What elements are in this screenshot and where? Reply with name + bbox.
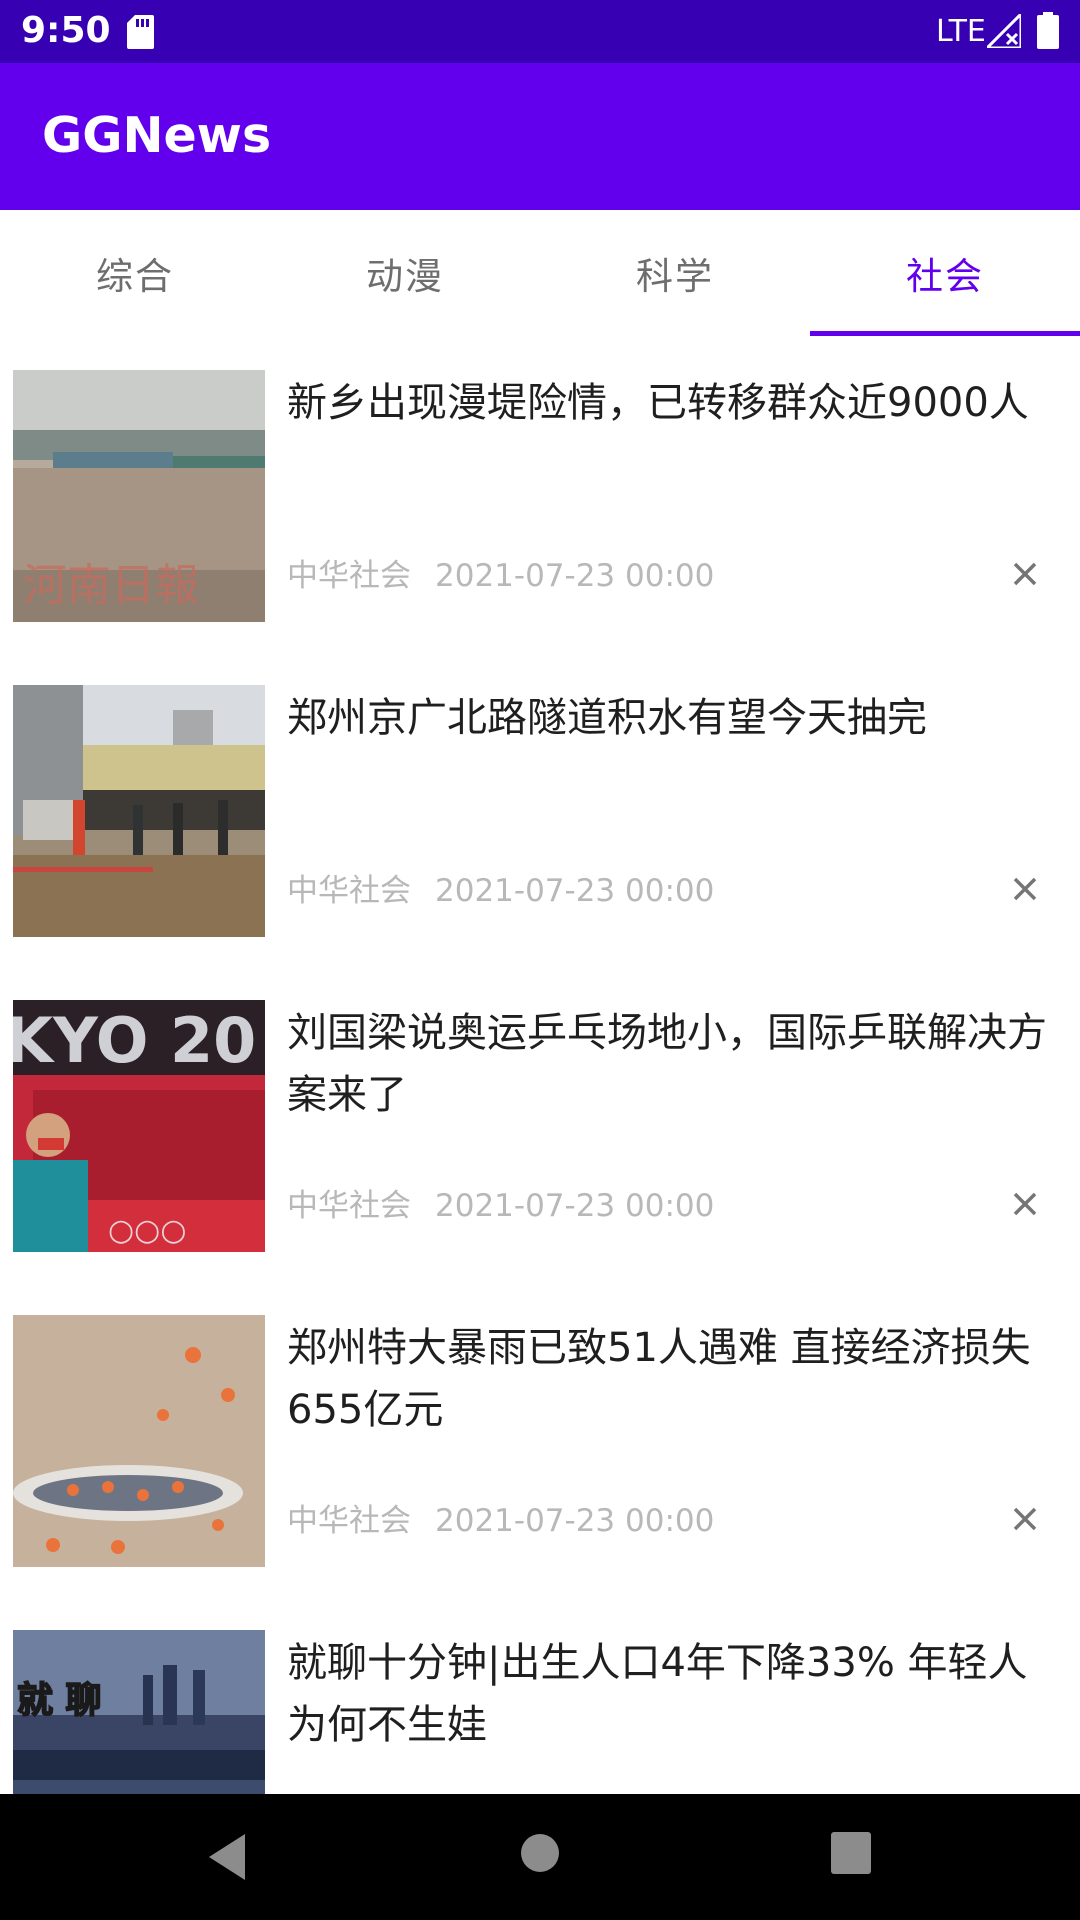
svg-text:KYO 20: KYO 20 <box>13 1004 256 1077</box>
back-icon[interactable] <box>205 1832 253 1882</box>
tab-science[interactable]: 科学 <box>540 210 810 336</box>
tab-general[interactable]: 综合 <box>0 210 270 336</box>
network-type-label: LTE <box>936 14 986 49</box>
home-icon[interactable] <box>521 1834 559 1872</box>
news-date: 2021-07-23 00:00 <box>435 558 715 594</box>
news-title[interactable]: 刘国梁说奥运乒乓场地小，国际乒联解决方案来了 <box>287 1002 1057 1126</box>
news-title[interactable]: 就聊十分钟|出生人口4年下降33% 年轻人为何不生娃 <box>287 1632 1057 1756</box>
news-source: 中华社会 <box>287 558 411 594</box>
status-bar: 9:50 LTE <box>0 0 1080 63</box>
recent-apps-icon[interactable] <box>831 1832 871 1874</box>
news-list[interactable]: 河南日報 新乡出现漫堤险情，已转移群众近9000人 中华社会 2021-07-2… <box>0 336 1080 1794</box>
app-bar: GGNews <box>0 63 1080 210</box>
news-thumbnail <box>13 1315 265 1567</box>
svg-text:就 聊: 就 聊 <box>17 1680 102 1721</box>
close-icon[interactable] <box>1005 869 1045 909</box>
news-thumbnail: 就 聊 <box>13 1630 265 1794</box>
news-item[interactable]: 郑州特大暴雨已致51人遇难 直接经济损失655亿元 中华社会 2021-07-2… <box>0 1281 1080 1596</box>
svg-text:○○○: ○○○ <box>108 1213 187 1248</box>
tab-anime[interactable]: 动漫 <box>270 210 540 336</box>
news-thumbnail: 河南日報 <box>13 370 265 622</box>
category-tabs: 综合 动漫 科学 社会 <box>0 210 1080 336</box>
close-icon[interactable] <box>1005 1499 1045 1539</box>
news-thumbnail: KYO 20 ○○○ <box>13 1000 265 1252</box>
news-thumbnail <box>13 685 265 937</box>
news-title[interactable]: 郑州特大暴雨已致51人遇难 直接经济损失655亿元 <box>287 1317 1057 1441</box>
battery-icon <box>1037 12 1059 49</box>
news-item[interactable]: 河南日報 新乡出现漫堤险情，已转移群众近9000人 中华社会 2021-07-2… <box>0 336 1080 651</box>
sd-card-icon <box>127 15 154 49</box>
status-time: 9:50 <box>21 10 111 51</box>
signal-icon <box>987 14 1021 48</box>
news-item[interactable]: 就 聊 就聊十分钟|出生人口4年下降33% 年轻人为何不生娃 <box>0 1596 1080 1794</box>
svg-text:河南日報: 河南日報 <box>23 560 199 611</box>
news-title[interactable]: 郑州京广北路隧道积水有望今天抽完 <box>287 687 1057 749</box>
news-item[interactable]: KYO 20 ○○○ 刘国梁说奥运乒乓场地小，国际乒联解决方案来了 中华社会 2… <box>0 966 1080 1281</box>
app-title: GGNews <box>42 107 272 164</box>
news-date: 2021-07-23 00:00 <box>435 1188 715 1224</box>
close-icon[interactable] <box>1005 554 1045 594</box>
news-date: 2021-07-23 00:00 <box>435 873 715 909</box>
navigation-bar <box>0 1794 1080 1920</box>
tab-society[interactable]: 社会 <box>810 210 1080 336</box>
news-item[interactable]: 郑州京广北路隧道积水有望今天抽完 中华社会 2021-07-23 00:00 <box>0 651 1080 966</box>
news-source: 中华社会 <box>287 1503 411 1539</box>
news-source: 中华社会 <box>287 1188 411 1224</box>
news-title[interactable]: 新乡出现漫堤险情，已转移群众近9000人 <box>287 372 1057 434</box>
news-date: 2021-07-23 00:00 <box>435 1503 715 1539</box>
close-icon[interactable] <box>1005 1184 1045 1224</box>
news-source: 中华社会 <box>287 873 411 909</box>
